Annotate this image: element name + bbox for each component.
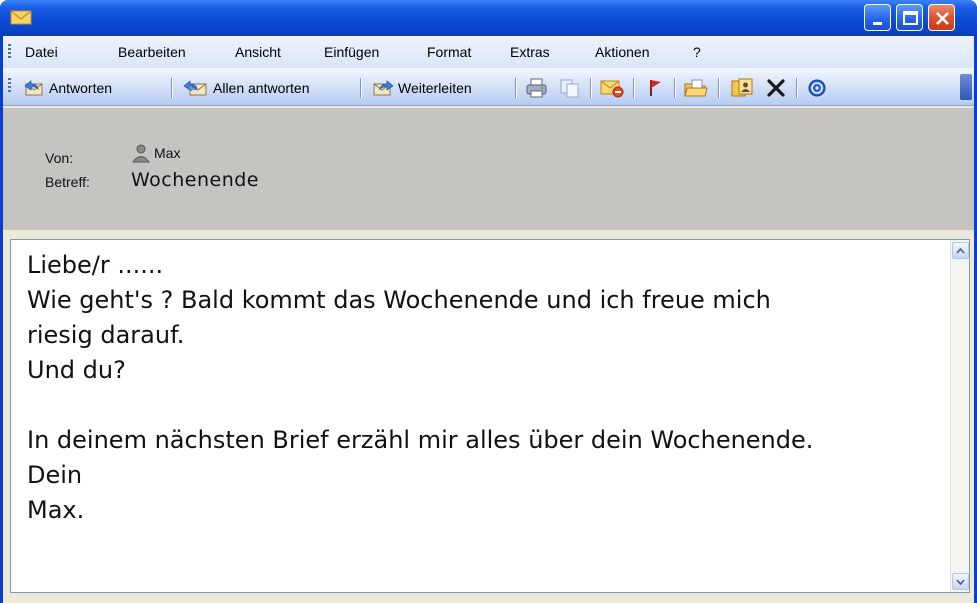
forward-label: Weiterleiten — [398, 80, 472, 96]
person-icon — [132, 144, 150, 163]
forward-icon — [373, 80, 394, 96]
toolbar-separator — [360, 78, 361, 98]
toolbar-overflow-chevron[interactable] — [960, 74, 972, 100]
message-line — [27, 388, 927, 423]
maximize-icon — [903, 11, 918, 25]
chevron-up-icon — [956, 247, 965, 254]
toolbar-separator — [674, 78, 675, 98]
close-icon — [936, 12, 949, 25]
minimize-button[interactable] — [864, 4, 891, 31]
menu-format[interactable]: Format — [427, 44, 471, 60]
message-body[interactable]: Liebe/r ...... Wie geht's ? Bald kommt d… — [10, 239, 970, 593]
menu-aktionen[interactable]: Aktionen — [595, 44, 649, 60]
print-button[interactable] — [525, 77, 549, 99]
toolbar-separator — [171, 78, 172, 98]
subject-label: Betreff: — [45, 174, 90, 190]
menu-datei[interactable]: Datei — [25, 44, 58, 60]
reply-all-icon — [183, 80, 207, 96]
menu-grip[interactable] — [8, 44, 11, 60]
contacts-button[interactable] — [729, 77, 755, 99]
reply-label: Antworten — [49, 80, 113, 96]
toolbar-separator — [718, 78, 719, 98]
vertical-scrollbar[interactable] — [950, 240, 969, 592]
scroll-down-button[interactable] — [952, 573, 969, 590]
message-header: Von: Max Betreff: Wochenende — [3, 108, 974, 230]
copy-button[interactable] — [558, 77, 582, 99]
toolbar-separator — [633, 78, 634, 98]
menu-einfuegen[interactable]: Einfügen — [324, 44, 379, 60]
from-field[interactable]: Max — [131, 143, 180, 163]
toolbar-separator — [515, 78, 516, 98]
reply-button[interactable]: Antworten — [23, 77, 112, 99]
message-line: Max. — [27, 496, 85, 524]
menu-ansicht[interactable]: Ansicht — [235, 44, 281, 60]
reply-all-button[interactable]: Allen antworten — [183, 77, 310, 99]
reply-all-label: Allen antworten — [213, 80, 310, 96]
help-icon — [808, 79, 826, 97]
window-client-area: Datei Bearbeiten Ansicht Einfügen Format… — [3, 36, 974, 603]
from-value: Max — [154, 145, 181, 161]
move-to-folder-button[interactable] — [683, 77, 709, 99]
mark-unread-button[interactable] — [599, 77, 625, 99]
menu-extras[interactable]: Extras — [510, 44, 550, 60]
message-line: riesig darauf. — [27, 321, 185, 349]
copy-icon — [560, 79, 579, 98]
toolbar: Antworten Allen antworten Weiterleiten — [3, 68, 974, 106]
flag-icon — [650, 80, 661, 96]
scroll-up-button[interactable] — [952, 242, 969, 259]
envelope-icon — [10, 10, 32, 25]
print-icon — [526, 78, 547, 98]
from-label: Von: — [45, 150, 74, 166]
message-line: In deinem nächsten Brief erzähl mir alle… — [27, 426, 814, 454]
minimize-icon — [873, 22, 882, 25]
delete-button[interactable] — [765, 77, 787, 99]
subject-value: Wochenende — [131, 169, 259, 191]
contacts-icon — [731, 78, 753, 97]
reply-icon — [24, 80, 43, 96]
message-line: Wie geht's ? Bald kommt das Wochenende u… — [27, 286, 771, 314]
help-button[interactable] — [806, 77, 828, 99]
message-line: Dein — [27, 461, 83, 489]
menu-bar: Datei Bearbeiten Ansicht Einfügen Format… — [3, 36, 974, 68]
menu-help[interactable]: ? — [693, 44, 701, 60]
menu-bearbeiten[interactable]: Bearbeiten — [118, 44, 186, 60]
message-line: Liebe/r ...... — [27, 251, 164, 279]
move-to-folder-icon — [684, 79, 708, 97]
mail-window: Datei Bearbeiten Ansicht Einfügen Format… — [0, 0, 977, 603]
delete-icon — [767, 79, 785, 97]
title-bar[interactable] — [0, 0, 977, 36]
message-text: Liebe/r ...... Wie geht's ? Bald kommt d… — [27, 248, 927, 528]
close-button[interactable] — [928, 4, 955, 31]
mark-unread-icon — [600, 80, 624, 98]
forward-button[interactable]: Weiterleiten — [372, 77, 472, 99]
toolbar-separator — [796, 78, 797, 98]
message-line: Und du? — [27, 356, 126, 384]
toolbar-grip[interactable] — [8, 78, 11, 94]
maximize-button[interactable] — [896, 4, 923, 31]
toolbar-separator — [590, 78, 591, 98]
chevron-down-icon — [956, 579, 965, 586]
flag-button[interactable] — [645, 77, 665, 99]
